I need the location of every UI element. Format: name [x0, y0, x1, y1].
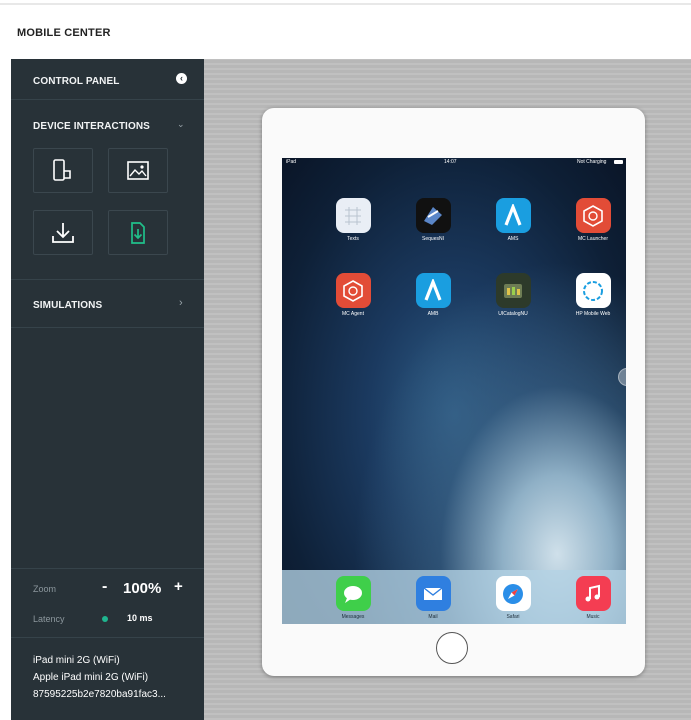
- mail-app-icon: [415, 576, 451, 611]
- amb-app-icon: [415, 273, 451, 308]
- device-canvas: iPad 14:07 Not Charging Texts SequesNI A…: [204, 59, 691, 720]
- safari-app-icon: [495, 576, 531, 611]
- app-amb[interactable]: AMB: [407, 273, 459, 317]
- simulations-header[interactable]: SIMULATIONS ›: [11, 294, 204, 316]
- music-app-icon: [575, 576, 611, 611]
- ios-status-bar: iPad 14:07 Not Charging: [282, 158, 626, 167]
- install-app-button[interactable]: [108, 210, 168, 255]
- hp-mobile-web-app-icon: [575, 273, 611, 308]
- device-interactions-label: DEVICE INTERACTIONS: [33, 120, 150, 132]
- zoom-out-button[interactable]: -: [102, 578, 107, 596]
- app-safari[interactable]: Safari: [487, 576, 539, 620]
- app-music[interactable]: Music: [567, 576, 619, 620]
- app-label: HP Mobile Web: [575, 311, 611, 317]
- mc-agent-app-icon: [335, 273, 371, 308]
- control-sidebar: CONTROL PANEL ‹ DEVICE INTERACTIONS ⌄ SI…: [11, 59, 204, 720]
- image-icon: [127, 160, 149, 180]
- mc-launcher-app-icon: [575, 198, 611, 233]
- collapse-panel-icon[interactable]: ‹: [176, 73, 187, 84]
- app-uicatalog[interactable]: UICatalogNU: [487, 273, 539, 317]
- touch-indicator: [618, 368, 626, 386]
- app-ams[interactable]: AMS: [487, 198, 539, 242]
- app-sequesni[interactable]: SequesNI: [407, 198, 459, 242]
- app-label: MC Launcher: [577, 236, 608, 242]
- latency-label: Latency: [33, 614, 65, 624]
- app-label: UICatalogNU: [498, 311, 528, 317]
- device-model: Apple iPad mini 2G (WiFi): [33, 672, 149, 683]
- status-time: 14:07: [444, 159, 457, 165]
- control-panel-label: CONTROL PANEL: [33, 75, 120, 87]
- app-label: SequesNI: [422, 236, 444, 242]
- download-icon: [52, 222, 74, 243]
- divider: [11, 99, 204, 100]
- messages-app-icon: [335, 576, 371, 611]
- app-hp-mobile-web[interactable]: HP Mobile Web: [567, 273, 619, 317]
- app-mc-agent[interactable]: MC Agent: [327, 273, 379, 317]
- home-button[interactable]: [436, 632, 468, 664]
- ams-app-icon: [495, 198, 531, 233]
- download-button[interactable]: [33, 210, 93, 255]
- app-label: Texts: [347, 236, 359, 242]
- latency-status-dot: [102, 616, 108, 622]
- chevron-down-icon: ⌄: [177, 119, 185, 129]
- app-mail[interactable]: Mail: [407, 576, 459, 620]
- divider: [11, 637, 204, 638]
- app-label: Music: [586, 614, 600, 620]
- app-title: MOBILE CENTER: [17, 27, 111, 39]
- app-label: Mail: [428, 614, 438, 620]
- zoom-label: Zoom: [33, 584, 57, 594]
- status-battery: Not Charging: [577, 159, 607, 165]
- device-name: iPad mini 2G (WiFi): [33, 655, 120, 666]
- chevron-right-icon: ›: [179, 297, 183, 309]
- control-panel-header[interactable]: CONTROL PANEL ‹: [11, 70, 204, 92]
- texts-app-icon: [335, 198, 371, 233]
- zoom-value: 100%: [123, 580, 162, 597]
- divider: [11, 327, 204, 328]
- latency-value: 10 ms: [127, 613, 153, 623]
- app-mc-launcher[interactable]: MC Launcher: [567, 198, 619, 242]
- ipad-frame: iPad 14:07 Not Charging Texts SequesNI A…: [262, 108, 645, 676]
- rotate-device-icon: [53, 158, 71, 181]
- zoom-in-button[interactable]: +: [174, 578, 183, 595]
- app-label: MC Agent: [342, 311, 364, 317]
- divider: [11, 568, 204, 569]
- screenshot-button[interactable]: [108, 148, 168, 193]
- device-id: 87595225b2e7820ba91fac3...: [33, 689, 166, 700]
- top-divider: [0, 3, 691, 5]
- app-label: AMB: [427, 311, 439, 317]
- app-messages[interactable]: Messages: [327, 576, 379, 620]
- battery-icon: [614, 160, 623, 164]
- device-screen[interactable]: iPad 14:07 Not Charging Texts SequesNI A…: [282, 158, 626, 624]
- app-label: AMS: [507, 236, 519, 242]
- simulations-label: SIMULATIONS: [33, 299, 103, 311]
- sequesni-app-icon: [415, 198, 451, 233]
- app-texts[interactable]: Texts: [327, 198, 379, 242]
- device-interactions-header[interactable]: DEVICE INTERACTIONS ⌄: [11, 115, 204, 137]
- app-label: Safari: [506, 614, 520, 620]
- ios-dock: Messages Mail Safari Music: [282, 570, 626, 624]
- divider: [11, 279, 204, 280]
- install-app-icon: [131, 221, 145, 244]
- rotate-device-button[interactable]: [33, 148, 93, 193]
- status-carrier: iPad: [286, 159, 297, 165]
- app-label: Messages: [341, 614, 365, 620]
- uicatalog-app-icon: [495, 273, 531, 308]
